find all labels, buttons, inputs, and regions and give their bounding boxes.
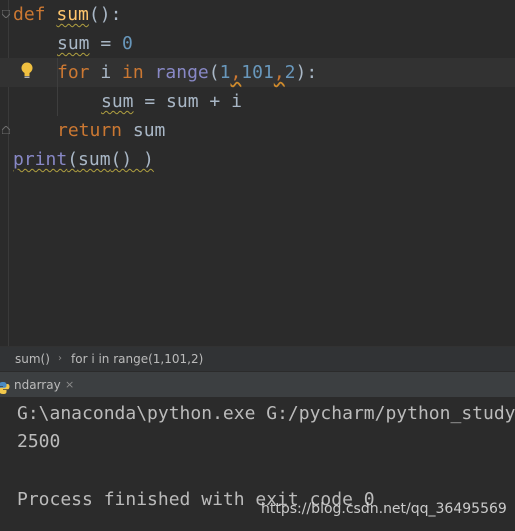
builtin-print: print	[13, 149, 68, 170]
keyword-for: for	[57, 62, 90, 83]
function-call-sum: sum	[78, 149, 111, 170]
fold-collapse-icon[interactable]	[2, 10, 10, 18]
colon: :	[306, 62, 318, 83]
breadcrumb: sum() › for i in range(1,101,2)	[0, 346, 515, 371]
function-name: sum	[56, 4, 89, 25]
paren: (	[67, 149, 79, 170]
lightbulb-icon[interactable]	[19, 61, 35, 81]
operator: =	[89, 33, 123, 54]
python-icon	[0, 378, 10, 394]
operator: +	[198, 91, 232, 112]
number: 2	[284, 62, 296, 83]
operator: =	[133, 91, 167, 112]
breadcrumb-item-sum[interactable]: sum()	[15, 347, 50, 371]
variable-i: i	[100, 62, 112, 83]
run-tab-ndarray[interactable]: ndarray	[14, 372, 61, 398]
variable-sum: sum	[132, 120, 166, 141]
number: 1	[219, 62, 231, 83]
paren: (	[208, 62, 220, 83]
run-tab-bar: ndarray ×	[0, 371, 515, 398]
colon: :	[110, 4, 122, 25]
paren: (	[88, 4, 100, 25]
code-line-3: for i in range(1,101,2):	[57, 58, 317, 87]
number: 101	[241, 62, 274, 83]
code-line-1: def sum():	[13, 0, 121, 29]
breadcrumb-separator: ›	[58, 353, 62, 364]
code-line-2: sum = 0	[57, 29, 133, 58]
paren: )	[99, 4, 111, 25]
variable-i: i	[231, 91, 242, 112]
close-icon[interactable]: ×	[65, 372, 74, 398]
code-editor[interactable]: def sum(): sum = 0 for i in range(1,101,…	[0, 0, 515, 346]
comma: ,	[230, 62, 242, 83]
fold-end-icon[interactable]	[2, 126, 10, 134]
watermark: https://blog.csdn.net/qq_36495569	[261, 501, 507, 517]
console-output: 2500	[17, 431, 61, 452]
keyword-return: return	[57, 120, 123, 141]
keyword-in: in	[122, 62, 144, 83]
console-command-line: G:\anaconda\python.exe G:/pycharm/python…	[17, 403, 515, 424]
number: 0	[122, 33, 133, 54]
code-line-4: sum = sum + i	[101, 87, 242, 116]
paren: () )	[110, 149, 154, 170]
comma: ,	[273, 62, 285, 83]
variable-sum: sum	[166, 91, 199, 112]
code-line-6: print(sum() )	[13, 145, 154, 174]
variable-sum: sum	[101, 91, 134, 112]
gutter-divider	[8, 0, 9, 346]
code-line-5: return sum	[57, 116, 165, 145]
builtin-range: range	[154, 62, 209, 83]
paren: )	[295, 62, 307, 83]
keyword-def: def	[13, 4, 46, 25]
breadcrumb-item-for[interactable]: for i in range(1,101,2)	[71, 347, 203, 371]
variable-sum: sum	[57, 33, 90, 54]
